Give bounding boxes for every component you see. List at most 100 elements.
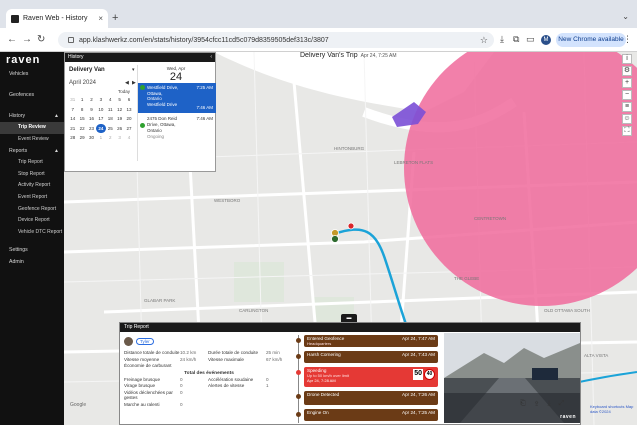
share-icon[interactable]: ⇪ (534, 400, 540, 408)
timeline-event[interactable]: Speeding Up to 50 km/h over limit 50 40 Apr … (304, 367, 438, 387)
calendar-day[interactable]: 2 (106, 133, 115, 143)
profile-avatar[interactable]: M (541, 35, 551, 45)
bookmark-star-icon[interactable]: ☆ (480, 35, 488, 46)
calendar-day[interactable]: 5 (115, 95, 124, 105)
sidebar-item-settings[interactable]: Settings (0, 244, 64, 256)
browser-menu-icon[interactable]: ⋮ (623, 34, 632, 45)
map-attribution[interactable]: Keyboard shortcuts Map data ©2024 (590, 404, 637, 414)
calendar-day[interactable]: 22 (77, 124, 86, 134)
next-month-icon[interactable]: ▶ (132, 80, 136, 86)
calendar-day[interactable]: 4 (124, 133, 133, 143)
calendar-day[interactable]: 4 (106, 95, 115, 105)
sidebar-item-device-report[interactable]: Device Report (0, 215, 64, 227)
timeline-event[interactable]: Drone Detected Apr 24, 7:26 AM (304, 391, 438, 405)
dashcam-video[interactable]: raven (444, 333, 580, 423)
zoom-in-icon[interactable]: + (622, 78, 632, 88)
sidebar-item-geofence-report[interactable]: Geofence Report (0, 204, 64, 216)
sidebar-item-vehicle-dtc-report[interactable]: Vehicle DTC Report (0, 227, 64, 239)
sidebar-item-geofences[interactable]: Geofences (0, 89, 64, 101)
sidebar-item-admin[interactable]: Admin (0, 256, 64, 268)
stat-value (266, 402, 294, 408)
zoom-out-icon[interactable]: − (622, 90, 632, 100)
sidebar-item-label: Reports (9, 148, 28, 155)
dashcam-logo: raven (560, 414, 576, 420)
layers-icon[interactable]: ≡ (622, 102, 632, 112)
chrome-update-button[interactable]: New Chrome available (556, 33, 626, 47)
url-input[interactable]: app.klashwerkz.com/en/stats/history/3954… (58, 32, 494, 48)
map-label: THE GLEBE (454, 276, 479, 281)
new-tab-button[interactable]: + (112, 12, 118, 24)
reload-icon[interactable]: ↻ (37, 34, 45, 45)
forward-icon[interactable]: → (22, 34, 32, 45)
day-number: 24 (169, 71, 183, 83)
calendar-day[interactable]: 30 (87, 133, 96, 143)
extensions-icon[interactable]: ⧉ (513, 34, 519, 45)
street-view-icon[interactable]: ☺ (622, 114, 632, 124)
calendar-day[interactable]: 29 (77, 133, 86, 143)
calendar-day[interactable]: 1 (77, 95, 86, 105)
camera-switch-icon[interactable]: ⎗ (520, 400, 526, 408)
calendar-day[interactable]: 12 (115, 105, 124, 115)
map-info-icon[interactable]: i (622, 54, 632, 64)
prev-month-icon[interactable]: ◀ (125, 80, 129, 86)
calendar-day[interactable]: 18 (106, 114, 115, 124)
trip-item-selected[interactable]: 7:25 AM Westfield Drive, Ottawa, Ontario… (138, 83, 216, 113)
calendar-day[interactable]: 27 (124, 124, 133, 134)
calendar-day[interactable]: 13 (124, 105, 133, 115)
calendar-day[interactable]: 3 (96, 95, 105, 105)
side-panel-icon[interactable]: ▭ (526, 34, 535, 45)
collapse-panel-icon[interactable]: ‹ (210, 53, 212, 62)
calendar-day[interactable]: 6 (124, 95, 133, 105)
timeline-event[interactable]: Engine On Apr 24, 7:25 AM (304, 409, 438, 421)
calendar-day[interactable]: 26 (115, 124, 124, 134)
fullscreen-icon[interactable]: ⛶ (622, 126, 632, 136)
calendar-day[interactable]: 3 (115, 133, 124, 143)
calendar-day[interactable]: 15 (77, 114, 86, 124)
download-video-icon[interactable]: ⤓ (547, 400, 550, 408)
calendar-day[interactable]: 25 (106, 124, 115, 134)
sidebar-item-trip-review[interactable]: Trip Review (0, 122, 64, 134)
trip-item[interactable]: 7:46 AM 2475 Don Reid Drive, Ottawa, Ont… (138, 113, 216, 142)
expand-icon[interactable]: ⤢ (559, 400, 565, 408)
calendar-day[interactable]: 21 (68, 124, 77, 134)
sidebar-item-event-report[interactable]: Event Report (0, 192, 64, 204)
calendar-day[interactable]: 7 (68, 105, 77, 115)
calendar-day[interactable]: 11 (106, 105, 115, 115)
calendar-day[interactable]: 10 (96, 105, 105, 115)
today-button[interactable]: Today (118, 89, 130, 94)
close-tab-icon[interactable]: × (98, 14, 103, 23)
driver-tag[interactable]: Tyler (136, 337, 154, 345)
browser-tab[interactable]: Raven Web - History × (6, 9, 108, 28)
calendar-day[interactable]: 28 (68, 133, 77, 143)
calendar-day[interactable]: 19 (115, 114, 124, 124)
sidebar-item-history[interactable]: History ▲ (0, 110, 64, 122)
sidebar-item-activity-report[interactable]: Activity Report (0, 180, 64, 192)
calendar-day[interactable]: 1 (96, 133, 105, 143)
vehicle-dropdown-icon[interactable]: ▾ (132, 67, 135, 73)
calendar-day[interactable]: 16 (87, 114, 96, 124)
calendar-day[interactable]: 9 (87, 105, 96, 115)
sidebar-item-event-review[interactable]: Event Review (0, 134, 64, 146)
collapse-report-icon[interactable]: ▬ (341, 314, 357, 322)
sidebar-item-stop-report[interactable]: Stop Report (0, 169, 64, 181)
timeline-event[interactable]: Harsh Cornering Apr 24, 7:43 AM (304, 351, 438, 363)
tab-search-icon[interactable]: ⌄ (622, 12, 629, 21)
calendar-day[interactable]: 2 (87, 95, 96, 105)
calendar-day[interactable]: 24 (96, 123, 106, 133)
calendar-day[interactable]: 14 (68, 114, 77, 124)
calendar-day[interactable]: 23 (87, 124, 96, 134)
calendar-day[interactable]: 20 (124, 114, 133, 124)
sidebar-item-reports[interactable]: Reports ▲ (0, 145, 64, 157)
calendar-day[interactable]: 31 (68, 95, 77, 105)
site-info-icon[interactable] (68, 37, 74, 43)
calendar-day[interactable]: 17 (96, 114, 105, 124)
back-icon[interactable]: ← (7, 34, 17, 45)
sidebar-item-vehicles[interactable]: Vehicles (0, 68, 64, 80)
map-settings-icon[interactable]: ⚙ (622, 66, 632, 76)
map-label: OLD OTTAWA SOUTH (544, 308, 590, 313)
download-icon[interactable]: ⤓ (500, 34, 504, 45)
sidebar-item-trip-report[interactable]: Trip Report (0, 157, 64, 169)
timeline-event[interactable]: Entered Geofence Headquarters Apr 24, 7:47… (304, 335, 438, 347)
calendar-day[interactable]: 8 (77, 105, 86, 115)
browser-tabstrip: Raven Web - History × + ⌄ (0, 0, 637, 28)
